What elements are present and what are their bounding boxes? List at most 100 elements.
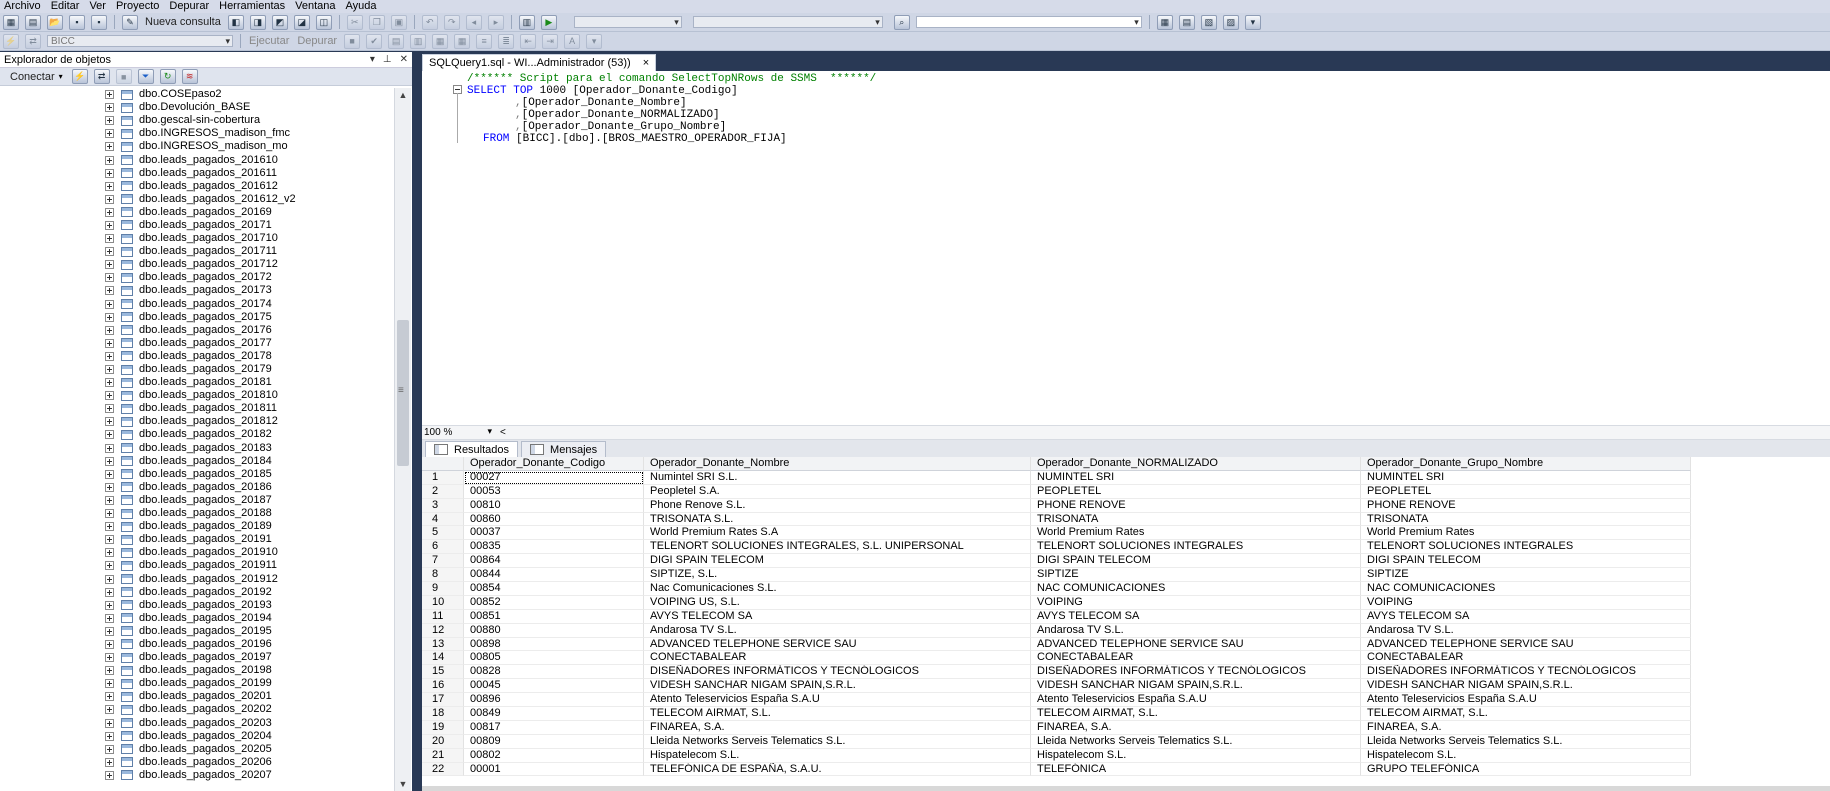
row-number[interactable]: 16	[422, 679, 464, 694]
tree-node-table[interactable]: dbo.leads_pagados_20205	[0, 743, 393, 756]
comment-icon[interactable]: ≡	[476, 33, 493, 49]
tree-node-table[interactable]: dbo.leads_pagados_20174	[0, 298, 393, 311]
table-cell[interactable]: TELEFÓNICA DE ESPAÑA, S.A.U.	[644, 762, 1031, 777]
expand-icon[interactable]	[105, 626, 114, 636]
menu-ayuda[interactable]: Ayuda	[342, 0, 383, 13]
expand-icon[interactable]	[105, 325, 114, 335]
expand-icon[interactable]	[105, 430, 114, 440]
expand-icon[interactable]	[105, 351, 114, 361]
table-cell[interactable]: SIPTIZE	[1031, 568, 1361, 583]
table-cell[interactable]: TELECOM AIRMAT, S.L.	[644, 707, 1031, 721]
tree-node-table[interactable]: dbo.leads_pagados_20203	[0, 717, 393, 730]
expand-icon[interactable]	[105, 207, 114, 217]
close-tab-icon[interactable]: ×	[643, 57, 649, 69]
table-cell[interactable]: TELENORT SOLUCIONES INTEGRALES, S.L. UNI…	[644, 540, 1031, 555]
uncomment-icon[interactable]: ≣	[498, 33, 515, 49]
solution-configuration-select[interactable]	[573, 16, 682, 28]
expand-icon[interactable]	[105, 168, 114, 178]
table-cell[interactable]: FINAREA, S.A.	[1361, 720, 1691, 735]
row-number[interactable]: 14	[422, 651, 464, 666]
increase-indent-icon[interactable]: ⇥	[542, 33, 559, 49]
expand-icon[interactable]	[105, 286, 114, 296]
available-databases-select[interactable]: BICC	[47, 35, 233, 47]
row-number[interactable]: 2	[422, 484, 464, 499]
table-row[interactable]: 14 00805 CONECTABALEAR CONECTABALEAR CONECTA…	[422, 651, 1830, 666]
copy-icon[interactable]: ❐	[368, 14, 385, 30]
tree-node-table[interactable]: dbo.leads_pagados_20179	[0, 363, 393, 376]
tree-node-table[interactable]: dbo.leads_pagados_201611	[0, 167, 393, 180]
start-icon[interactable]: ▶	[540, 14, 557, 30]
table-cell[interactable]: TELEFÓNICA	[1031, 762, 1361, 777]
close-icon[interactable]: ✕	[400, 54, 408, 65]
expand-icon[interactable]	[105, 404, 114, 414]
decrease-indent-icon[interactable]: ⇤	[520, 33, 537, 49]
tree-node-table[interactable]: dbo.INGRESOS_madison_mo	[0, 140, 393, 153]
table-cell[interactable]: 00849	[464, 707, 644, 721]
table-cell[interactable]: CONECTABALEAR	[1361, 651, 1691, 666]
tree-node-table[interactable]: dbo.leads_pagados_20173	[0, 284, 393, 297]
table-row[interactable]: 16 00045 VIDESH SANCHAR NIGAM SPAIN,S.R.L.…	[422, 679, 1830, 694]
expand-icon[interactable]	[105, 90, 114, 100]
table-cell[interactable]: DISEÑADORES INFORMÁTICOS Y TECNÓLOGICOS	[1031, 665, 1361, 680]
table-cell[interactable]: NAC COMUNICACIONES	[1361, 582, 1691, 596]
tree-node-table[interactable]: dbo.leads_pagados_201810	[0, 389, 393, 402]
navigate-forward-icon[interactable]: ▸	[487, 14, 504, 30]
table-cell[interactable]: 00027	[464, 470, 644, 485]
object-explorer-scrollbar[interactable]: ▲ ≡ ▼	[394, 88, 411, 791]
table-cell[interactable]: 00817	[464, 720, 644, 735]
new-query-icon[interactable]: ✎	[122, 14, 138, 30]
table-cell[interactable]: VIDESH SANCHAR NIGAM SPAIN,S.R.L.	[644, 679, 1031, 694]
connect-icon[interactable]: ⚡	[3, 33, 19, 49]
table-cell[interactable]: ADVANCED TELEPHONE SERVICE SAU	[644, 637, 1031, 652]
refresh-icon[interactable]: ↻	[159, 69, 176, 84]
table-cell[interactable]: ADVANCED TELEPHONE SERVICE SAU	[1361, 637, 1691, 652]
table-cell[interactable]: Nac Comunicaciones S.L.	[644, 582, 1031, 596]
table-cell[interactable]: 00810	[464, 498, 644, 513]
table-cell[interactable]: Andarosa TV S.L.	[1031, 623, 1361, 638]
table-cell[interactable]: Andarosa TV S.L.	[644, 623, 1031, 638]
scroll-up-icon[interactable]: ▲	[395, 88, 411, 102]
expand-icon[interactable]	[105, 338, 114, 348]
tree-node-table[interactable]: dbo.leads_pagados_20198	[0, 664, 393, 677]
expand-icon[interactable]	[105, 194, 114, 204]
table-cell[interactable]: TRISONATA S.L.	[644, 512, 1031, 527]
expand-icon[interactable]	[105, 181, 114, 191]
row-number[interactable]: 10	[422, 595, 464, 610]
paste-icon[interactable]: ▣	[390, 14, 407, 30]
tree-node-table[interactable]: dbo.leads_pagados_20182	[0, 428, 393, 441]
scroll-left-icon[interactable]: <	[500, 427, 506, 438]
tree-node-table[interactable]: dbo.leads_pagados_20206	[0, 756, 393, 769]
table-row[interactable]: 21 00802 Hispatelecom S.L. Hispatelecom S.L…	[422, 748, 1830, 763]
dmx-query-icon[interactable]: ◪	[293, 14, 310, 30]
expand-icon[interactable]	[105, 613, 114, 623]
expand-icon[interactable]	[105, 574, 114, 584]
save-icon[interactable]: ▪	[69, 14, 85, 30]
table-row[interactable]: 20 00809 Lleida Networks Serveis Telematic…	[422, 734, 1830, 749]
row-number[interactable]: 21	[422, 748, 464, 763]
cut-icon[interactable]: ✂	[346, 14, 363, 30]
menu-editar[interactable]: Editar	[47, 0, 86, 13]
tree-node-table[interactable]: dbo.leads_pagados_201612_v2	[0, 193, 393, 206]
expand-icon[interactable]	[105, 535, 114, 545]
expand-icon[interactable]	[105, 587, 114, 597]
tab-sqlquery1[interactable]: SQLQuery1.sql - WI...Administrador (53))…	[422, 54, 657, 71]
table-cell[interactable]: PEOPLETEL	[1361, 484, 1691, 499]
table-row[interactable]: 13 00898 ADVANCED TELEPHONE SERVICE SAU ADV…	[422, 637, 1830, 652]
tree-node-table[interactable]: dbo.leads_pagados_20181	[0, 376, 393, 389]
tree-node-table[interactable]: dbo.leads_pagados_20177	[0, 337, 393, 350]
execute-button[interactable]: Ejecutar	[249, 35, 289, 47]
table-row[interactable]: 4 00860 TRISONATA S.L. TRISONATA TRISONATA	[422, 512, 1830, 527]
table-cell[interactable]: Peopletel S.A.	[644, 484, 1031, 499]
row-number[interactable]: 3	[422, 498, 464, 513]
save-all-icon[interactable]: ▪	[91, 14, 107, 30]
tree-node-table[interactable]: dbo.leads_pagados_20188	[0, 507, 393, 520]
table-cell[interactable]: 00880	[464, 623, 644, 638]
expand-icon[interactable]	[105, 142, 114, 152]
table-cell[interactable]: 00898	[464, 637, 644, 652]
zoom-select[interactable]: 100 %	[422, 426, 494, 438]
results-grid[interactable]: Operador_Donante_Codigo Operador_Donante…	[422, 457, 1830, 791]
expand-icon[interactable]	[105, 548, 114, 558]
expand-icon[interactable]	[105, 718, 114, 728]
tree-node-table[interactable]: dbo.leads_pagados_201812	[0, 415, 393, 428]
tree-node-table[interactable]: dbo.leads_pagados_20176	[0, 324, 393, 337]
